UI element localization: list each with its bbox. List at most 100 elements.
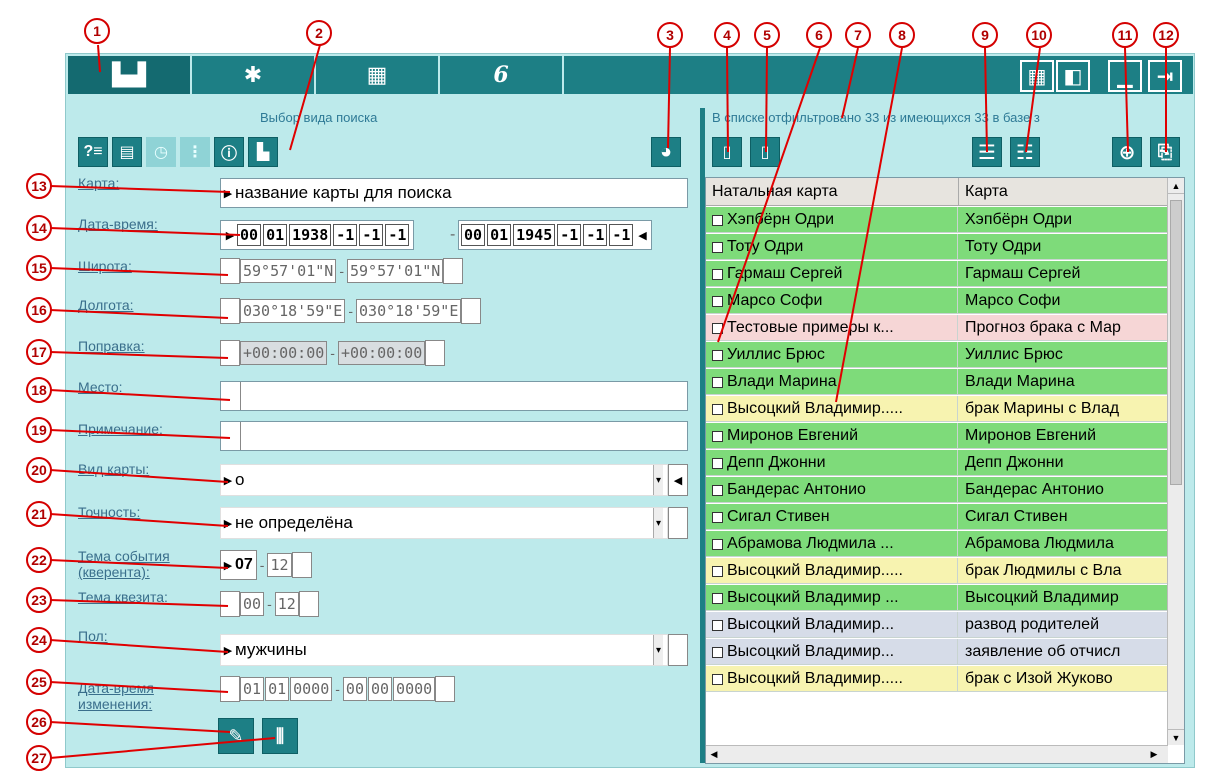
pie-chart-button[interactable]: ◕ xyxy=(651,137,681,167)
table-row[interactable]: Бандерас Антонио Бандерас Антонио xyxy=(706,477,1168,503)
chart-name-cell[interactable]: Бандерас Антонио xyxy=(959,477,1168,503)
table-row[interactable]: Высоцкий Владимир..... брак Людмилы с Вла xyxy=(706,558,1168,584)
row-checkbox[interactable] xyxy=(712,295,723,307)
natal-chart-cell[interactable]: Бандерас Антонио xyxy=(706,477,958,503)
quesited-to-input[interactable]: 12 xyxy=(274,592,299,616)
sex-side-box[interactable] xyxy=(668,634,688,666)
natal-chart-cell[interactable]: Сигал Стивен xyxy=(706,504,958,530)
changed-from-day[interactable]: 01 xyxy=(240,677,265,701)
list-view-button-2[interactable]: ☷ xyxy=(1010,137,1040,167)
row-checkbox[interactable] xyxy=(712,376,723,388)
chart-name-cell[interactable]: брак с Изой Жуково xyxy=(959,666,1168,692)
corr-toggle[interactable] xyxy=(220,340,240,366)
sex-select[interactable]: ▶ мужчины xyxy=(220,634,668,666)
table-row[interactable]: Высоцкий Владимир..... брак Марины с Влад xyxy=(706,396,1168,422)
from-part-6[interactable]: -1 xyxy=(385,224,410,246)
crosshair-button[interactable]: ⊕ xyxy=(1112,137,1142,167)
table-row[interactable]: Хэпбёрн Одри Хэпбёрн Одри xyxy=(706,207,1168,233)
table-row[interactable]: Гармаш Сергей Гармаш Сергей xyxy=(706,261,1168,287)
mode-book-button[interactable]: ▤ xyxy=(112,137,142,167)
chevron-down-icon[interactable]: ▾ xyxy=(653,635,663,665)
tab-signature[interactable]: 6 xyxy=(440,56,564,94)
chart-name-cell[interactable]: Тоту Одри xyxy=(959,234,1168,260)
longitude-from-input[interactable]: 030°18'59"E xyxy=(240,299,346,323)
quesited-from-input[interactable]: 00 xyxy=(240,592,265,616)
row-checkbox[interactable] xyxy=(712,241,723,253)
theme-from-input[interactable]: ▶ 07 xyxy=(220,550,257,580)
chevron-down-icon[interactable]: ▾ xyxy=(653,508,663,538)
mode-binoculars-button[interactable]: ▙ xyxy=(248,137,278,167)
table-row[interactable]: Тестовые примеры к... Прогноз брака с Мар xyxy=(706,315,1168,341)
natal-chart-cell[interactable]: Высоцкий Владимир..... xyxy=(706,666,958,692)
chevron-down-icon[interactable]: ▾ xyxy=(653,465,663,495)
chart-name-cell[interactable]: Влади Марина xyxy=(959,369,1168,395)
from-month[interactable]: 01 xyxy=(263,224,288,246)
edit-filter-button[interactable]: ✎ xyxy=(218,718,254,754)
natal-chart-cell[interactable]: Высоцкий Владимир ... xyxy=(706,585,958,611)
table-row[interactable]: Высоцкий Владимир... развод родителей xyxy=(706,612,1168,638)
natal-chart-cell[interactable]: Тоту Одри xyxy=(706,234,958,260)
grid-button[interactable]: ▦ xyxy=(1020,60,1054,92)
corr-toggle-right[interactable] xyxy=(425,340,446,366)
mode-clock-button[interactable]: ◷ xyxy=(146,137,176,167)
chart-name-cell[interactable]: развод родителей xyxy=(959,612,1168,638)
panel-button[interactable]: ◧ xyxy=(1056,60,1090,92)
natal-chart-cell[interactable]: Марсо Софи xyxy=(706,288,958,314)
scroll-up-icon[interactable]: ▲ xyxy=(1168,178,1184,194)
mode-question-button[interactable]: ?≡ xyxy=(78,137,108,167)
correction-to-input[interactable]: +00:00:00 xyxy=(337,341,426,365)
row-checkbox[interactable] xyxy=(712,619,723,631)
row-checkbox[interactable] xyxy=(712,214,723,226)
changed-from-month[interactable]: 01 xyxy=(265,677,290,701)
map-search-input[interactable]: ▶ название карты для поиска xyxy=(220,178,688,208)
chart-name-cell[interactable]: Уиллис Брюс xyxy=(959,342,1168,368)
chart-name-cell[interactable]: Депп Джонни xyxy=(959,450,1168,476)
list-view-button-1[interactable]: ☰ xyxy=(972,137,1002,167)
chart-name-cell[interactable]: брак Людмилы с Вла xyxy=(959,558,1168,584)
sliders-button[interactable]: ⫼ xyxy=(262,718,298,754)
row-checkbox[interactable] xyxy=(712,565,723,577)
tab-calculator[interactable]: ▦ xyxy=(316,56,440,94)
minimize-button[interactable]: ▁ xyxy=(1108,60,1142,92)
changed-toggle-right[interactable] xyxy=(435,676,456,702)
row-checkbox[interactable] xyxy=(712,457,723,469)
chart-name-cell[interactable]: Гармаш Сергей xyxy=(959,261,1168,287)
natal-chart-cell[interactable]: Уиллис Брюс xyxy=(706,342,958,368)
row-checkbox[interactable] xyxy=(712,268,723,280)
tab-settings[interactable]: ✱ xyxy=(192,56,316,94)
from-part-4[interactable]: -1 xyxy=(333,224,358,246)
lon-toggle-right[interactable] xyxy=(461,298,482,324)
tab-search[interactable]: ▙▟ xyxy=(68,56,192,94)
chart-name-cell[interactable]: Прогноз брака с Мар xyxy=(959,315,1168,341)
lat-toggle[interactable] xyxy=(220,258,240,284)
changed-to-day[interactable]: 00 xyxy=(342,677,367,701)
table-row[interactable]: Влади Марина Влади Марина xyxy=(706,369,1168,395)
chart-name-cell[interactable]: Абрамова Людмила xyxy=(959,531,1168,557)
table-row[interactable]: Марсо Софи Марсо Софи xyxy=(706,288,1168,314)
lat-toggle-right[interactable] xyxy=(443,258,464,284)
from-hour[interactable]: 00 xyxy=(237,224,262,246)
natal-chart-cell[interactable]: Влади Марина xyxy=(706,369,958,395)
natal-chart-cell[interactable]: Высоцкий Владимир..... xyxy=(706,396,958,422)
mode-tree-button[interactable]: ⋮ xyxy=(180,137,210,167)
table-row[interactable]: Депп Джонни Депп Джонни xyxy=(706,450,1168,476)
accuracy-side-box[interactable] xyxy=(668,507,688,539)
correction-from-input[interactable]: +00:00:00 xyxy=(240,341,328,365)
chart-name-cell[interactable]: брак Марины с Влад xyxy=(959,396,1168,422)
natal-chart-cell[interactable]: Депп Джонни xyxy=(706,450,958,476)
natal-chart-cell[interactable]: Высоцкий Владимир... xyxy=(706,639,958,665)
note-input[interactable] xyxy=(220,421,688,451)
latitude-to-input[interactable]: 59°57'01"N xyxy=(346,259,444,283)
scroll-right-icon[interactable]: ▶ xyxy=(1146,746,1162,763)
table-row[interactable]: Высоцкий Владимир... заявление об отчисл xyxy=(706,639,1168,665)
row-checkbox[interactable] xyxy=(712,430,723,442)
row-checkbox[interactable] xyxy=(712,592,723,604)
quesited-toggle[interactable] xyxy=(220,591,240,617)
horizontal-scrollbar[interactable]: ◀ ▶ xyxy=(706,745,1168,763)
row-checkbox[interactable] xyxy=(712,403,723,415)
mode-info-button[interactable]: ⓘ xyxy=(214,137,244,167)
to-year[interactable]: 1945 xyxy=(513,224,556,246)
quesited-toggle-right[interactable] xyxy=(298,591,319,617)
scroll-left-icon[interactable]: ◀ xyxy=(706,746,722,763)
chart-name-cell[interactable]: Сигал Стивен xyxy=(959,504,1168,530)
